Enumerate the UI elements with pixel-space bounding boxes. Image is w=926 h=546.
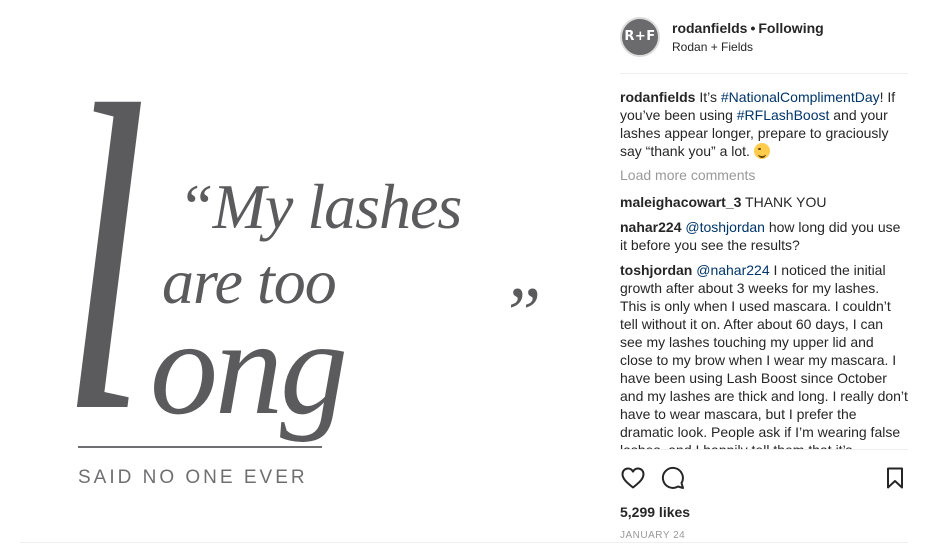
comment-item: maleighacowart_3 THANK YOU [620, 193, 908, 211]
load-more-comments-button[interactable]: Load more comments [620, 167, 908, 183]
separator-dot: • [750, 19, 756, 36]
mention-link[interactable]: @nahar224 [696, 262, 769, 278]
hashtag-link[interactable]: #NationalComplimentDay [721, 89, 880, 105]
post-image-line-3: ong [150, 293, 348, 443]
post-sidebar: R+F rodanfields • Following Rodan + Fields… [600, 0, 926, 546]
header-top: rodanfields • Following [672, 20, 824, 36]
comment-item: nahar224 @toshjordan how long did you us… [620, 218, 908, 254]
comments-section[interactable]: rodanfields It’s #NationalComplimentDay!… [620, 74, 908, 450]
bookmark-icon[interactable] [882, 465, 908, 491]
comment-icon[interactable] [660, 465, 686, 491]
username-link[interactable]: rodanfields [672, 20, 747, 36]
header-text: rodanfields • Following Rodan + Fields [672, 20, 824, 54]
post-date[interactable]: JANUARY 24 [620, 530, 908, 541]
avatar[interactable]: R+F [620, 16, 660, 57]
heart-icon[interactable] [620, 465, 646, 491]
comment-username[interactable]: toshjordan [620, 262, 692, 278]
comment-text: I noticed the initial growth after about… [620, 262, 908, 450]
caption-text-1: It’s [695, 89, 721, 105]
action-bar [620, 458, 908, 498]
post-image-line-1: “My lashes [178, 171, 462, 242]
mention-link[interactable]: @toshjordan [685, 219, 765, 235]
caption-username[interactable]: rodanfields [620, 89, 695, 105]
post-header: R+F rodanfields • Following Rodan + Fields [620, 0, 908, 74]
following-button[interactable]: Following [758, 20, 823, 36]
caption: rodanfields It’s #NationalComplimentDay!… [620, 88, 908, 160]
bottom-divider [20, 542, 908, 543]
comment-username[interactable]: nahar224 [620, 219, 681, 235]
comment-text: THANK YOU [741, 194, 827, 210]
winking-face-icon [753, 143, 770, 159]
likes-count[interactable]: 5,299 likes [620, 504, 908, 520]
post-image[interactable]: l “My lashes are too ong ” SAID NO ONE E… [0, 0, 600, 546]
post-image-close-quote: ” [500, 273, 542, 355]
account-subtitle: Rodan + Fields [672, 39, 754, 54]
hashtag-link[interactable]: #RFLashBoost [737, 107, 830, 123]
comment-item: toshjordan @nahar224 I noticed the initi… [620, 261, 908, 450]
post-image-tagline: SAID NO ONE EVER [78, 467, 308, 488]
comment-username[interactable]: maleighacowart_3 [620, 194, 741, 210]
post-image-big-l: l [60, 16, 149, 503]
post-image-rule [78, 446, 322, 448]
